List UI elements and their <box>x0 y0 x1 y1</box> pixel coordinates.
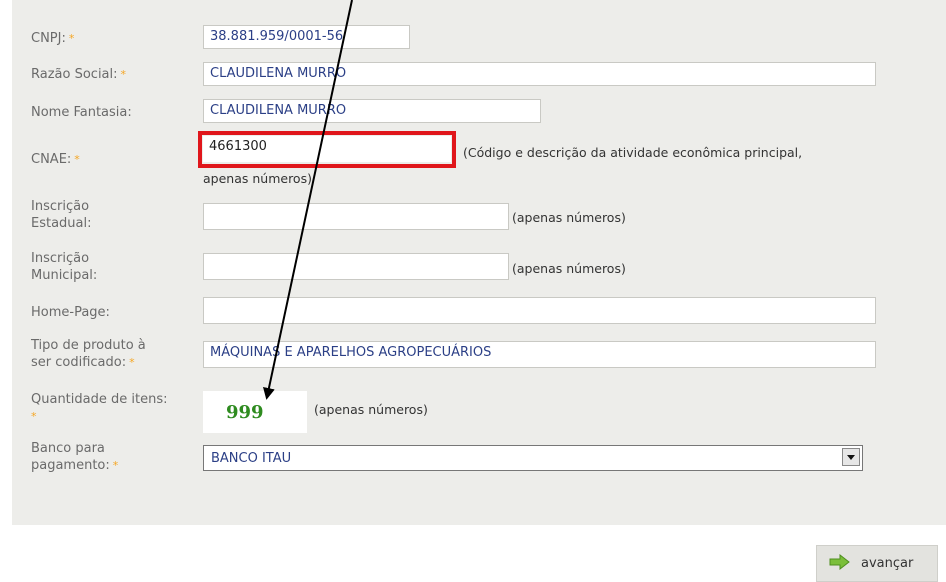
annotation-arrow <box>263 0 353 400</box>
